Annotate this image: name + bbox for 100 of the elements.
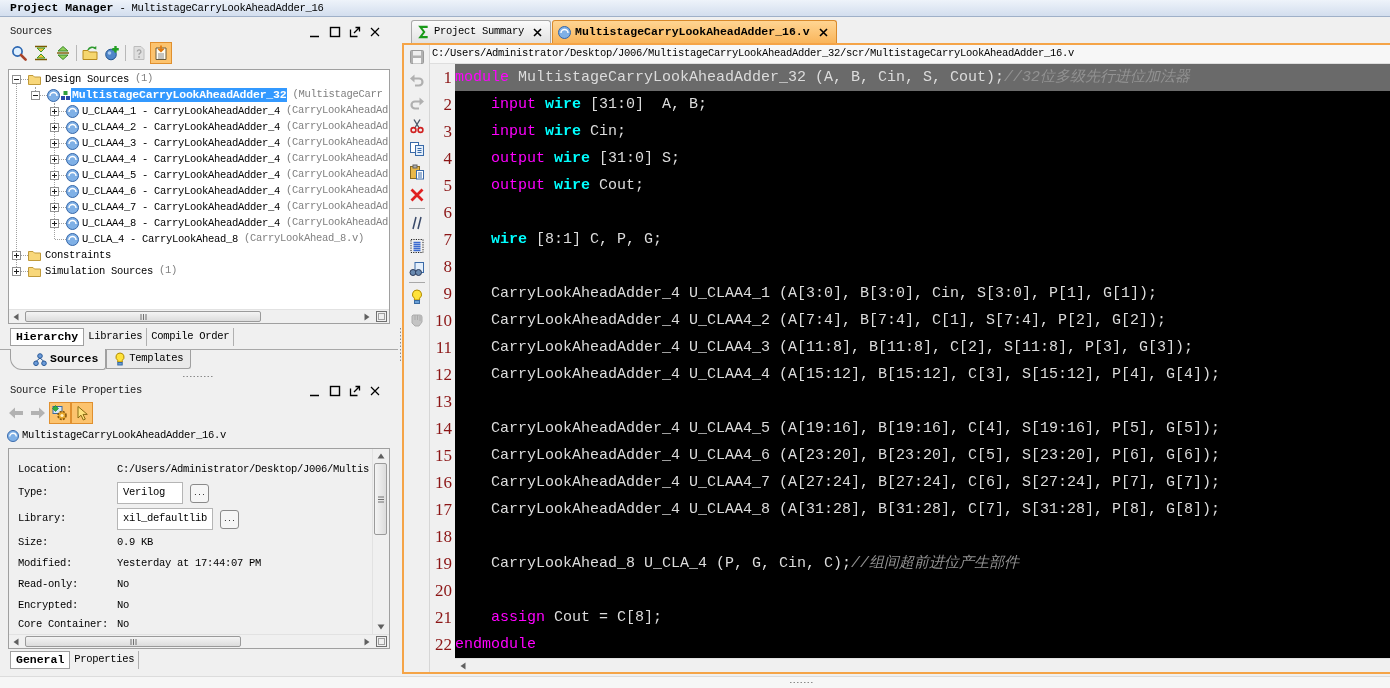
editor-tab[interactable]: MultistageCarryLookAheadAdder_16.v <box>552 20 837 43</box>
tree-toggle-icon[interactable] <box>50 170 59 180</box>
folder-icon <box>28 265 41 277</box>
code-line: CarryLookAheadAdder_4 U_CLAA4_2 (A[7:4], B[7:4], C[1], S[7:4], P[2], G[2]); <box>491 311 1167 330</box>
file-name: (CarryLookAheadAd <box>286 151 389 167</box>
line-number: 10 <box>435 311 452 330</box>
line-number: 14 <box>435 419 452 438</box>
tree-toggle-icon[interactable] <box>50 186 59 196</box>
tree-toggle-icon[interactable] <box>50 106 59 116</box>
scroll-left-icon[interactable] <box>13 312 19 321</box>
property-label: Read-only: <box>18 577 78 590</box>
tree-toggle-icon[interactable] <box>31 90 40 100</box>
file-type-icon <box>558 25 571 39</box>
tab[interactable]: Hierarchy <box>10 328 85 346</box>
horizontal-scrollbar[interactable] <box>9 309 389 323</box>
tree-item[interactable]: Design Sources <box>44 72 130 86</box>
tab[interactable]: Properties <box>70 651 140 669</box>
tab[interactable]: Compile Order <box>147 328 235 346</box>
scrollbar-thumb[interactable] <box>25 311 261 322</box>
splitter-handle[interactable] <box>398 328 402 362</box>
close-icon[interactable] <box>369 26 381 38</box>
pop-out-icon[interactable] <box>349 26 361 38</box>
splitter-handle[interactable] <box>183 375 213 378</box>
code-line: CarryLookAheadAdder_4 U_CLAA4_5 (A[19:16], B[19:16], C[4], S[19:16], P[5], G[5]); <box>491 419 1221 438</box>
tree-item[interactable]: U_CLAA4_2 - CarryLookAheadAdder_4 <box>81 120 282 134</box>
folder-icon <box>28 249 41 261</box>
tab[interactable]: Libraries <box>84 328 148 346</box>
tree-item[interactable]: U_CLAA4_7 - CarryLookAheadAdder_4 <box>81 200 282 214</box>
property-label: Size: <box>18 535 48 548</box>
tree-item[interactable]: U_CLAA4_8 - CarryLookAheadAdder_4 <box>81 216 282 230</box>
code-line: CarryLookAheadAdder_4 U_CLAA4_7 (A[27:24], B[27:24], C[6], S[27:24], P[7], G[7]); <box>491 473 1221 492</box>
file-type-icon <box>66 120 79 134</box>
close-icon[interactable] <box>817 26 829 38</box>
line-number: 20 <box>435 581 452 600</box>
settings-button[interactable] <box>49 402 71 424</box>
tree-toggle-icon[interactable] <box>50 154 59 164</box>
scroll-right-icon[interactable] <box>364 312 370 321</box>
maximize-icon[interactable] <box>329 26 341 38</box>
tree-item[interactable]: U_CLAA4_1 - CarryLookAheadAdder_4 <box>81 104 282 118</box>
maximize-icon[interactable] <box>329 385 341 397</box>
scroll-left-icon[interactable] <box>460 661 466 670</box>
tree-toggle-icon[interactable] <box>12 266 21 276</box>
show-in-hierarchy-button[interactable] <box>150 42 172 64</box>
file-type-icon <box>66 168 79 182</box>
line-number: 17 <box>435 500 452 519</box>
property-label: Modified: <box>18 556 72 569</box>
code-line: assign Cout = C[8]; <box>491 608 663 627</box>
file-name: (CarryLookAheadAd <box>286 167 389 183</box>
tree-item[interactable]: U_CLAA4_3 - CarryLookAheadAdder_4 <box>81 136 282 150</box>
item-count: (1) <box>159 263 178 279</box>
tree-toggle-icon[interactable] <box>50 122 59 132</box>
tree-toggle-icon[interactable] <box>50 138 59 148</box>
tree-item[interactable]: U_CLAA4_6 - CarryLookAheadAdder_4 <box>81 184 282 198</box>
file-path: C:/Users/Administrator/Desktop/J006/MultistageCarryLookAheadAdder_32/scr/MultistageCarryLookAheadAdder_16.v <box>432 46 1075 62</box>
line-number: 15 <box>435 446 452 465</box>
editor-tab[interactable]: Project Summary <box>411 20 551 43</box>
code-line: CarryLookAheadAdder_4 U_CLAA4_4 (A[15:12], B[15:12], C[3], S[15:12], P[4], G[4]); <box>491 365 1221 384</box>
line-number: 1 <box>443 68 452 87</box>
property-label: Type: <box>18 486 48 499</box>
tree-item[interactable]: U_CLAA4_4 - CarryLookAheadAdder_4 <box>81 152 282 166</box>
property-label: Library: <box>18 512 66 525</box>
scroll-right-icon[interactable] <box>364 637 370 646</box>
scroll-up-icon[interactable] <box>376 453 385 459</box>
dotted-frame-icon <box>408 237 425 254</box>
scrollbar-thumb[interactable] <box>374 463 387 535</box>
tab[interactable]: General <box>10 651 71 669</box>
file-type-icon <box>66 232 79 246</box>
hierarchy-blocks-icon <box>61 90 70 100</box>
tree-toggle-icon[interactable] <box>12 250 21 260</box>
close-icon[interactable] <box>532 26 543 38</box>
code-line: wire [8:1] C, P, G; <box>491 230 663 249</box>
property-value: Yesterday at 17:44:07 PM <box>117 555 262 571</box>
close-icon[interactable] <box>369 385 381 397</box>
scrollbar-thumb[interactable] <box>25 636 241 647</box>
tree-item[interactable]: U_CLAA4_5 - CarryLookAheadAdder_4 <box>81 168 282 182</box>
grip-icon <box>139 313 147 320</box>
item-count: (1) <box>135 71 154 87</box>
property-label: Core Container: <box>18 618 108 631</box>
tree-toggle-icon[interactable] <box>50 218 59 228</box>
select-button[interactable] <box>71 402 93 424</box>
vertical-scrollbar[interactable] <box>372 449 388 634</box>
forward-arrow-icon <box>30 405 46 421</box>
view-tab[interactable]: Templates <box>106 350 192 369</box>
scroll-down-icon[interactable] <box>376 624 385 630</box>
pop-out-icon[interactable] <box>349 385 361 397</box>
view-tab[interactable]: Sources <box>10 349 107 370</box>
splitter-handle[interactable] <box>790 681 814 684</box>
file-type-icon <box>47 88 60 102</box>
horizontal-scrollbar[interactable] <box>9 634 389 648</box>
add-icon <box>104 45 120 61</box>
tree-item[interactable]: Simulation Sources <box>44 264 155 278</box>
scroll-left-icon[interactable] <box>13 637 19 646</box>
tree-item[interactable]: U_CLA_4 - CarryLookAhead_8 <box>81 232 240 246</box>
tree-toggle-icon[interactable] <box>12 74 21 84</box>
horizontal-scrollbar[interactable] <box>455 658 1390 672</box>
code-editor[interactable] <box>455 64 1390 658</box>
tree-item[interactable]: Constraints <box>44 248 112 262</box>
value-field[interactable]: Verilog <box>117 482 183 504</box>
value-field[interactable]: xil_defaultlib <box>117 508 213 530</box>
tree-toggle-icon[interactable] <box>50 202 59 212</box>
